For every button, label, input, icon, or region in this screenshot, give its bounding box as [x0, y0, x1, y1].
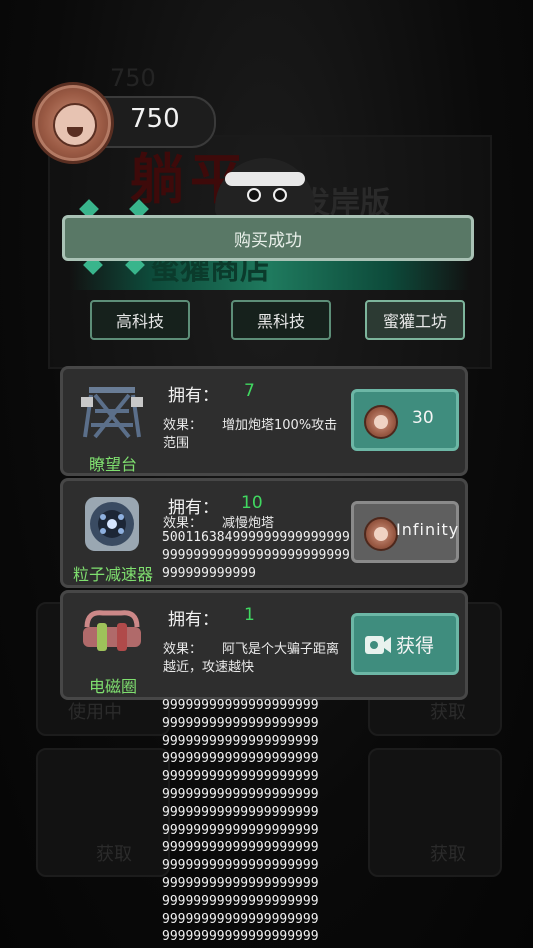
- overflow-row: 99999999999999999999: [162, 715, 319, 731]
- item-price: Infinity: [396, 520, 460, 539]
- item-name: 瞭望台: [88, 455, 137, 474]
- watchtower-icon: [81, 381, 143, 443]
- coin-value: 750: [130, 104, 180, 134]
- tab-high-tech[interactable]: 高科技: [90, 300, 190, 340]
- overflow-row: 99999999999999999999: [162, 911, 319, 927]
- pig-coin-icon: [364, 517, 398, 551]
- electromagnetic-coil-icon: [81, 605, 143, 667]
- item-effect: 效果： 阿飞是个大骗子距离越近，攻速越快: [163, 641, 343, 677]
- shop-item-card: 瞭望台 拥有： 7 效果： 增加炮塔100%攻击范围 30: [60, 366, 468, 476]
- background-tile-label: 获取: [96, 844, 132, 865]
- overflow-row: 99999999999999999999: [162, 875, 319, 891]
- overflow-row: 99999999999999999999: [162, 769, 319, 785]
- overflow-row: 99999999999999999999: [162, 751, 319, 767]
- pig-coin-icon: [364, 405, 398, 439]
- tab-black-tech[interactable]: 黑科技: [231, 300, 331, 340]
- background-tile-label: 获取: [430, 844, 466, 865]
- overflow-row: 99999999999999999999: [162, 804, 319, 820]
- item-name: 电磁圈: [88, 677, 137, 696]
- buy-button[interactable]: 30: [351, 389, 459, 451]
- background-tile-label: 使用中: [68, 702, 122, 723]
- overflow-row: 99999999999999999999: [162, 786, 319, 802]
- overflow-row: 99999999999999999999: [162, 840, 319, 856]
- tab-honey-badger-workshop[interactable]: 蜜獾工坊: [365, 300, 465, 340]
- item-effect: 效果： 增加炮塔100%攻击范围: [163, 417, 343, 453]
- owned-count: 10: [241, 493, 263, 513]
- background-coin-value: 750: [110, 64, 156, 92]
- pig-coin-icon: [32, 82, 114, 164]
- shop-item-card: 电磁圈 拥有： 1 效果： 阿飞是个大骗子距离越近，攻速越快 获得: [60, 590, 468, 700]
- buy-button-disabled[interactable]: Infinity: [351, 501, 459, 563]
- overflow-row: 99999999999999999999: [162, 858, 319, 874]
- effect-overflow-rows: 99999999999999999999 99999999999999999999…: [162, 697, 352, 946]
- background-tile-label: 获取: [430, 702, 466, 723]
- purchase-success-toast: 购买成功: [62, 215, 474, 261]
- get-button-label: 获得: [396, 635, 435, 657]
- overflow-row: 99999999999999999999: [162, 929, 319, 945]
- overflow-row: 99999999999999999999: [162, 822, 319, 838]
- overflow-row: 99999999999999999999: [162, 733, 319, 749]
- get-button[interactable]: 获得: [351, 613, 459, 675]
- owned-count: 7: [244, 381, 255, 401]
- effect-overflow-text: 5001163849999999999999999999999999999999…: [162, 530, 350, 581]
- item-price: 30: [412, 408, 434, 428]
- owned-label: 拥有：: [168, 610, 219, 630]
- overflow-row: 99999999999999999999: [162, 698, 319, 713]
- effect-label: 效果：: [163, 642, 203, 657]
- particle-decelerator-icon: [81, 493, 143, 555]
- overflow-row: 99999999999999999999: [162, 893, 319, 909]
- item-name: 粒子减速器: [72, 565, 153, 584]
- owned-count: 1: [244, 605, 255, 625]
- effect-label: 效果：: [163, 418, 203, 433]
- owned-label: 拥有：: [168, 386, 219, 406]
- video-ad-icon: [365, 636, 391, 654]
